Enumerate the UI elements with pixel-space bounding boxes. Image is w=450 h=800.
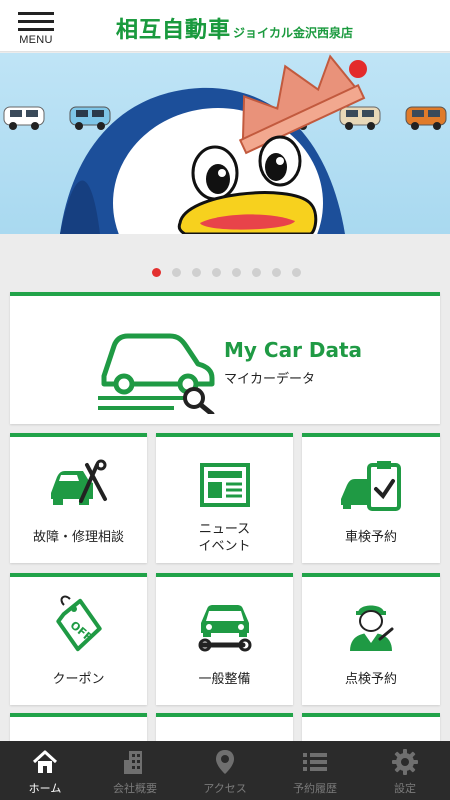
tab-settings[interactable]: 設定 — [360, 741, 450, 800]
mechanic-icon — [350, 605, 394, 651]
carousel-dot[interactable] — [252, 268, 261, 277]
home-icon — [32, 750, 58, 773]
carousel-dot[interactable] — [232, 268, 241, 277]
logo-store-name: ジョイカル金沢西泉店 — [233, 26, 354, 40]
shop-logo: 相互自動車 ジョイカル金沢西泉店 — [116, 12, 354, 43]
car-repair-icon — [51, 459, 107, 505]
carousel-indicators — [152, 268, 301, 277]
repair-consult-tile[interactable]: 故障・修理相談 — [10, 433, 147, 563]
inspection-clipboard-icon — [341, 461, 401, 511]
menu-button[interactable]: MENU — [14, 8, 58, 48]
tile-label: 点検予約 — [344, 672, 397, 687]
shaken-reservation-tile[interactable]: 車検予約 — [302, 433, 440, 563]
promo-banner[interactable] — [0, 53, 450, 234]
bottom-tab-bar: ホーム 会社概要 アクセス 予約履歴 設定 — [0, 741, 450, 800]
coupon-tile[interactable]: OFF クーポン — [10, 573, 147, 705]
menu-label: MENU — [19, 34, 53, 46]
map-pin-icon — [216, 750, 234, 774]
checkup-reservation-tile[interactable]: 点検予約 — [302, 573, 440, 705]
carousel-dot[interactable] — [172, 268, 181, 277]
tab-label: ホーム — [28, 782, 62, 795]
logo-company-name: 相互自動車 — [116, 18, 232, 43]
coupon-tag-icon: OFF — [56, 595, 102, 652]
my-car-data-subtitle: マイカーデータ — [224, 372, 316, 387]
my-car-data-title: My Car Data — [224, 338, 363, 362]
tab-label: 予約履歴 — [293, 782, 337, 795]
banner-penguin-illustration — [3, 54, 447, 234]
tab-home[interactable]: ホーム — [0, 741, 90, 800]
tab-label: 会社概要 — [113, 782, 157, 795]
app-header: MENU 相互自動車 ジョイカル金沢西泉店 — [0, 0, 450, 52]
my-car-data-tile[interactable]: My Car Data マイカーデータ — [10, 292, 440, 424]
carousel-dot[interactable] — [212, 268, 221, 277]
newspaper-icon — [200, 463, 250, 507]
gear-icon — [392, 749, 418, 775]
tile-label: 故障・修理相談 — [32, 530, 124, 545]
tile-label: ニュース イベント — [198, 522, 251, 554]
tab-label: 設定 — [394, 782, 416, 795]
general-maintenance-tile[interactable]: 一般整備 — [156, 573, 293, 705]
carousel-dot[interactable] — [292, 268, 301, 277]
carousel-dot[interactable] — [272, 268, 281, 277]
hamburger-icon — [18, 8, 54, 32]
tab-label: アクセス — [203, 782, 247, 795]
news-event-tile[interactable]: ニュース イベント — [156, 433, 293, 563]
carousel-dot-active[interactable] — [152, 268, 161, 277]
tab-reservation-history[interactable]: 予約履歴 — [270, 741, 360, 800]
tile-label: クーポン — [52, 672, 105, 687]
tile-label: 一般整備 — [198, 672, 251, 687]
tile-label: 車検予約 — [344, 530, 397, 545]
car-search-icon — [98, 333, 215, 414]
tab-company[interactable]: 会社概要 — [90, 741, 180, 800]
carousel-dot[interactable] — [192, 268, 201, 277]
list-icon — [303, 753, 327, 771]
tab-access[interactable]: アクセス — [180, 741, 270, 800]
car-wrench-icon — [198, 605, 252, 652]
building-icon — [124, 751, 142, 774]
